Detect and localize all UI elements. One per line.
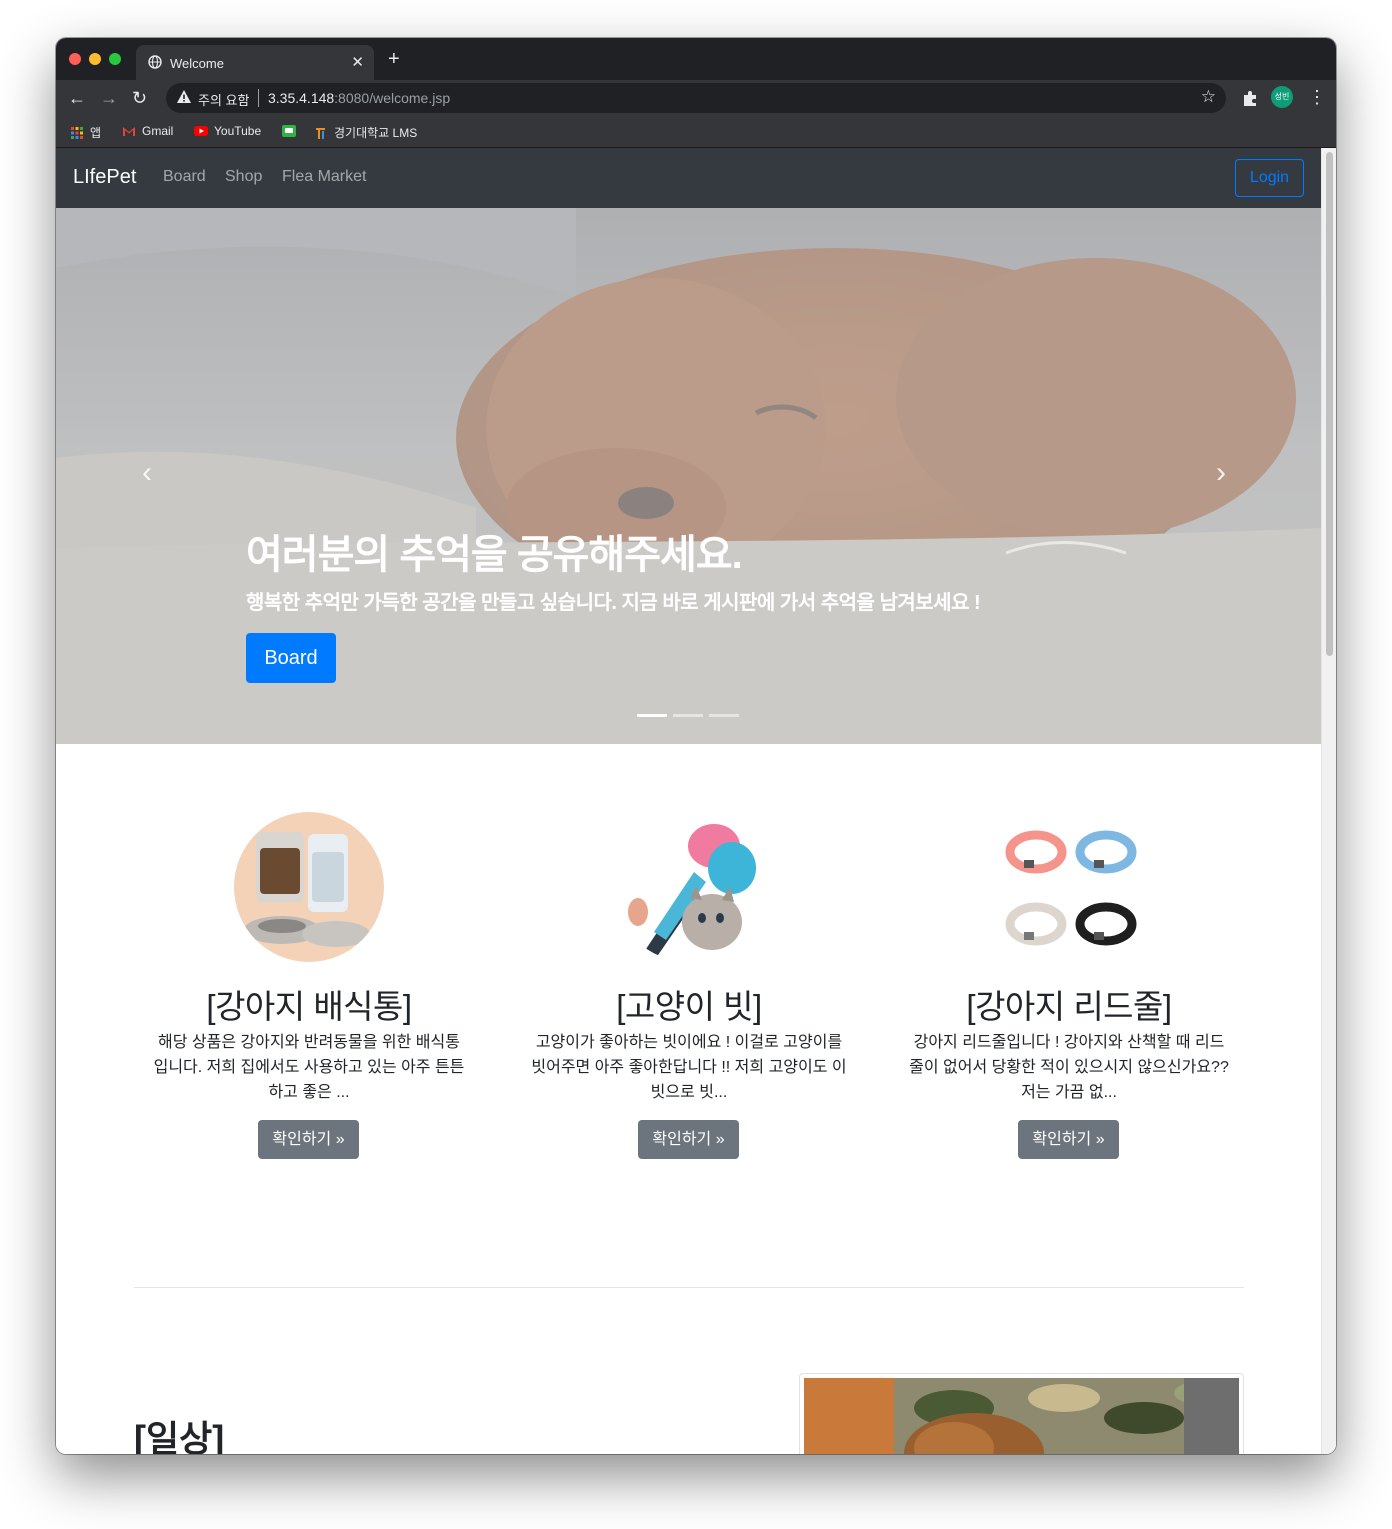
carousel-indicator[interactable] [709, 714, 739, 717]
globe-icon [148, 55, 162, 69]
close-tab-icon[interactable]: ✕ [351, 53, 364, 71]
site-navbar: LIfePet Board Shop Flea Market Login [56, 148, 1321, 208]
product-view-button[interactable]: 확인하기 » [1018, 1120, 1119, 1159]
warning-icon [177, 90, 191, 103]
maximize-window-button[interactable] [109, 53, 121, 65]
product-description: 강아지 리드줄입니다 ! 강아지와 산책할 때 리드줄이 없어서 당황한 적이 … [909, 1034, 1229, 1101]
product-title: [강아지 리드줄] [966, 988, 1172, 1025]
page-viewport: LIfePet Board Shop Flea Market Login ‹ ›… [56, 148, 1336, 1454]
bookmark-label: 경기대학교 LMS [334, 126, 418, 140]
scrollbar-thumb[interactable] [1326, 152, 1333, 656]
nav-link-shop[interactable]: Shop [225, 168, 262, 186]
chat-bubble-icon [282, 125, 296, 137]
product-image-leash [994, 812, 1144, 962]
bookmark-label: 앱 [90, 126, 102, 140]
carousel-indicators [637, 714, 739, 717]
gmail-icon [123, 127, 135, 136]
hero-title: 여러분의 추억을 공유해주세요. [246, 533, 743, 577]
reload-icon[interactable]: ↻ [132, 86, 147, 110]
address-bar[interactable]: 주의 요함 3.35.4.148:8080/welcome.jsp ☆ [166, 83, 1226, 113]
bookmarks-bar: 앱 Gmail YouTube 경기대학교 LMS [56, 116, 1336, 148]
lms-logo-icon [316, 127, 325, 139]
carousel-indicator[interactable] [673, 714, 703, 717]
product-title: [고양이 빗] [616, 988, 762, 1025]
youtube-icon [194, 126, 208, 136]
minimize-window-button[interactable] [89, 53, 101, 65]
carousel-indicator[interactable] [637, 714, 667, 717]
bookmark-youtube[interactable]: YouTube [194, 124, 261, 138]
featured-dog-photo [804, 1378, 1239, 1454]
product-title: [강아지 배식통] [206, 988, 412, 1025]
web-page: LIfePet Board Shop Flea Market Login ‹ ›… [56, 148, 1321, 1454]
back-icon[interactable]: ← [68, 86, 86, 110]
bookmark-star-icon[interactable]: ☆ [1201, 87, 1216, 107]
profile-avatar[interactable]: 성빈 [1271, 86, 1293, 108]
login-button[interactable]: Login [1235, 159, 1304, 197]
browser-window: Welcome ✕ + ← → ↻ 주의 요함 3.35.4.148:8080/… [56, 38, 1336, 1454]
browser-toolbar: ← → ↻ 주의 요함 3.35.4.148:8080/welcome.jsp … [56, 80, 1336, 116]
bookmark-gmail[interactable]: Gmail [122, 124, 173, 138]
section-title: [일상] [134, 1418, 225, 1454]
address-separator [258, 89, 259, 107]
product-description: 고양이가 좋아하는 빗이에요 ! 이걸로 고양이를 빗어주면 아주 좋아한답니다… [531, 1034, 847, 1101]
product-image-cat-brush [614, 812, 764, 962]
carousel-next-icon[interactable]: › [1216, 458, 1226, 488]
browser-tab[interactable]: Welcome ✕ [136, 45, 374, 80]
carousel-prev-icon[interactable]: ‹ [142, 458, 152, 488]
security-status[interactable]: 주의 요함 [198, 90, 249, 109]
site-brand[interactable]: LIfePet [73, 166, 136, 189]
extensions-puzzle-icon[interactable] [1241, 89, 1259, 107]
menu-kebab-icon[interactable]: ⋮ [1308, 85, 1326, 109]
nav-link-board[interactable]: Board [163, 168, 206, 186]
url-path: :8080/welcome.jsp [334, 90, 451, 106]
forward-icon[interactable]: → [100, 86, 118, 110]
product-description: 해당 상품은 강아지와 반려동물을 위한 배식통 입니다. 저희 집에서도 사용… [153, 1034, 465, 1101]
product-view-button[interactable]: 확인하기 » [638, 1120, 739, 1159]
tab-title: Welcome [170, 56, 224, 71]
nav-link-flea-market[interactable]: Flea Market [282, 168, 366, 186]
hero-subtitle: 행복한 추억만 가득한 공간을 만들고 싶습니다. 지금 바로 게시판에 가서 … [246, 592, 981, 614]
tab-strip: Welcome ✕ + [56, 38, 1336, 80]
url-text: 3.35.4.148:8080/welcome.jsp [268, 90, 450, 106]
close-window-button[interactable] [69, 53, 81, 65]
section-divider [134, 1287, 1244, 1288]
hero-carousel: ‹ › 여러분의 추억을 공유해주세요. 행복한 추억만 가득한 공간을 만들고… [56, 208, 1321, 744]
apps-grid-icon [71, 126, 83, 139]
product-view-button[interactable]: 확인하기 » [258, 1120, 359, 1159]
product-image-feeder [234, 812, 384, 962]
bookmark-label: Gmail [142, 124, 174, 138]
bookmark-chat[interactable] [282, 124, 296, 138]
page-scrollbar[interactable] [1321, 148, 1336, 1454]
hero-board-button[interactable]: Board [246, 633, 336, 683]
featured-image-frame [799, 1373, 1244, 1454]
new-tab-button[interactable]: + [388, 49, 400, 69]
bookmark-apps[interactable]: 앱 [70, 124, 101, 141]
url-host: 3.35.4.148 [268, 90, 335, 106]
bookmark-label: YouTube [214, 124, 262, 138]
bookmark-lms[interactable]: 경기대학교 LMS [314, 124, 417, 141]
